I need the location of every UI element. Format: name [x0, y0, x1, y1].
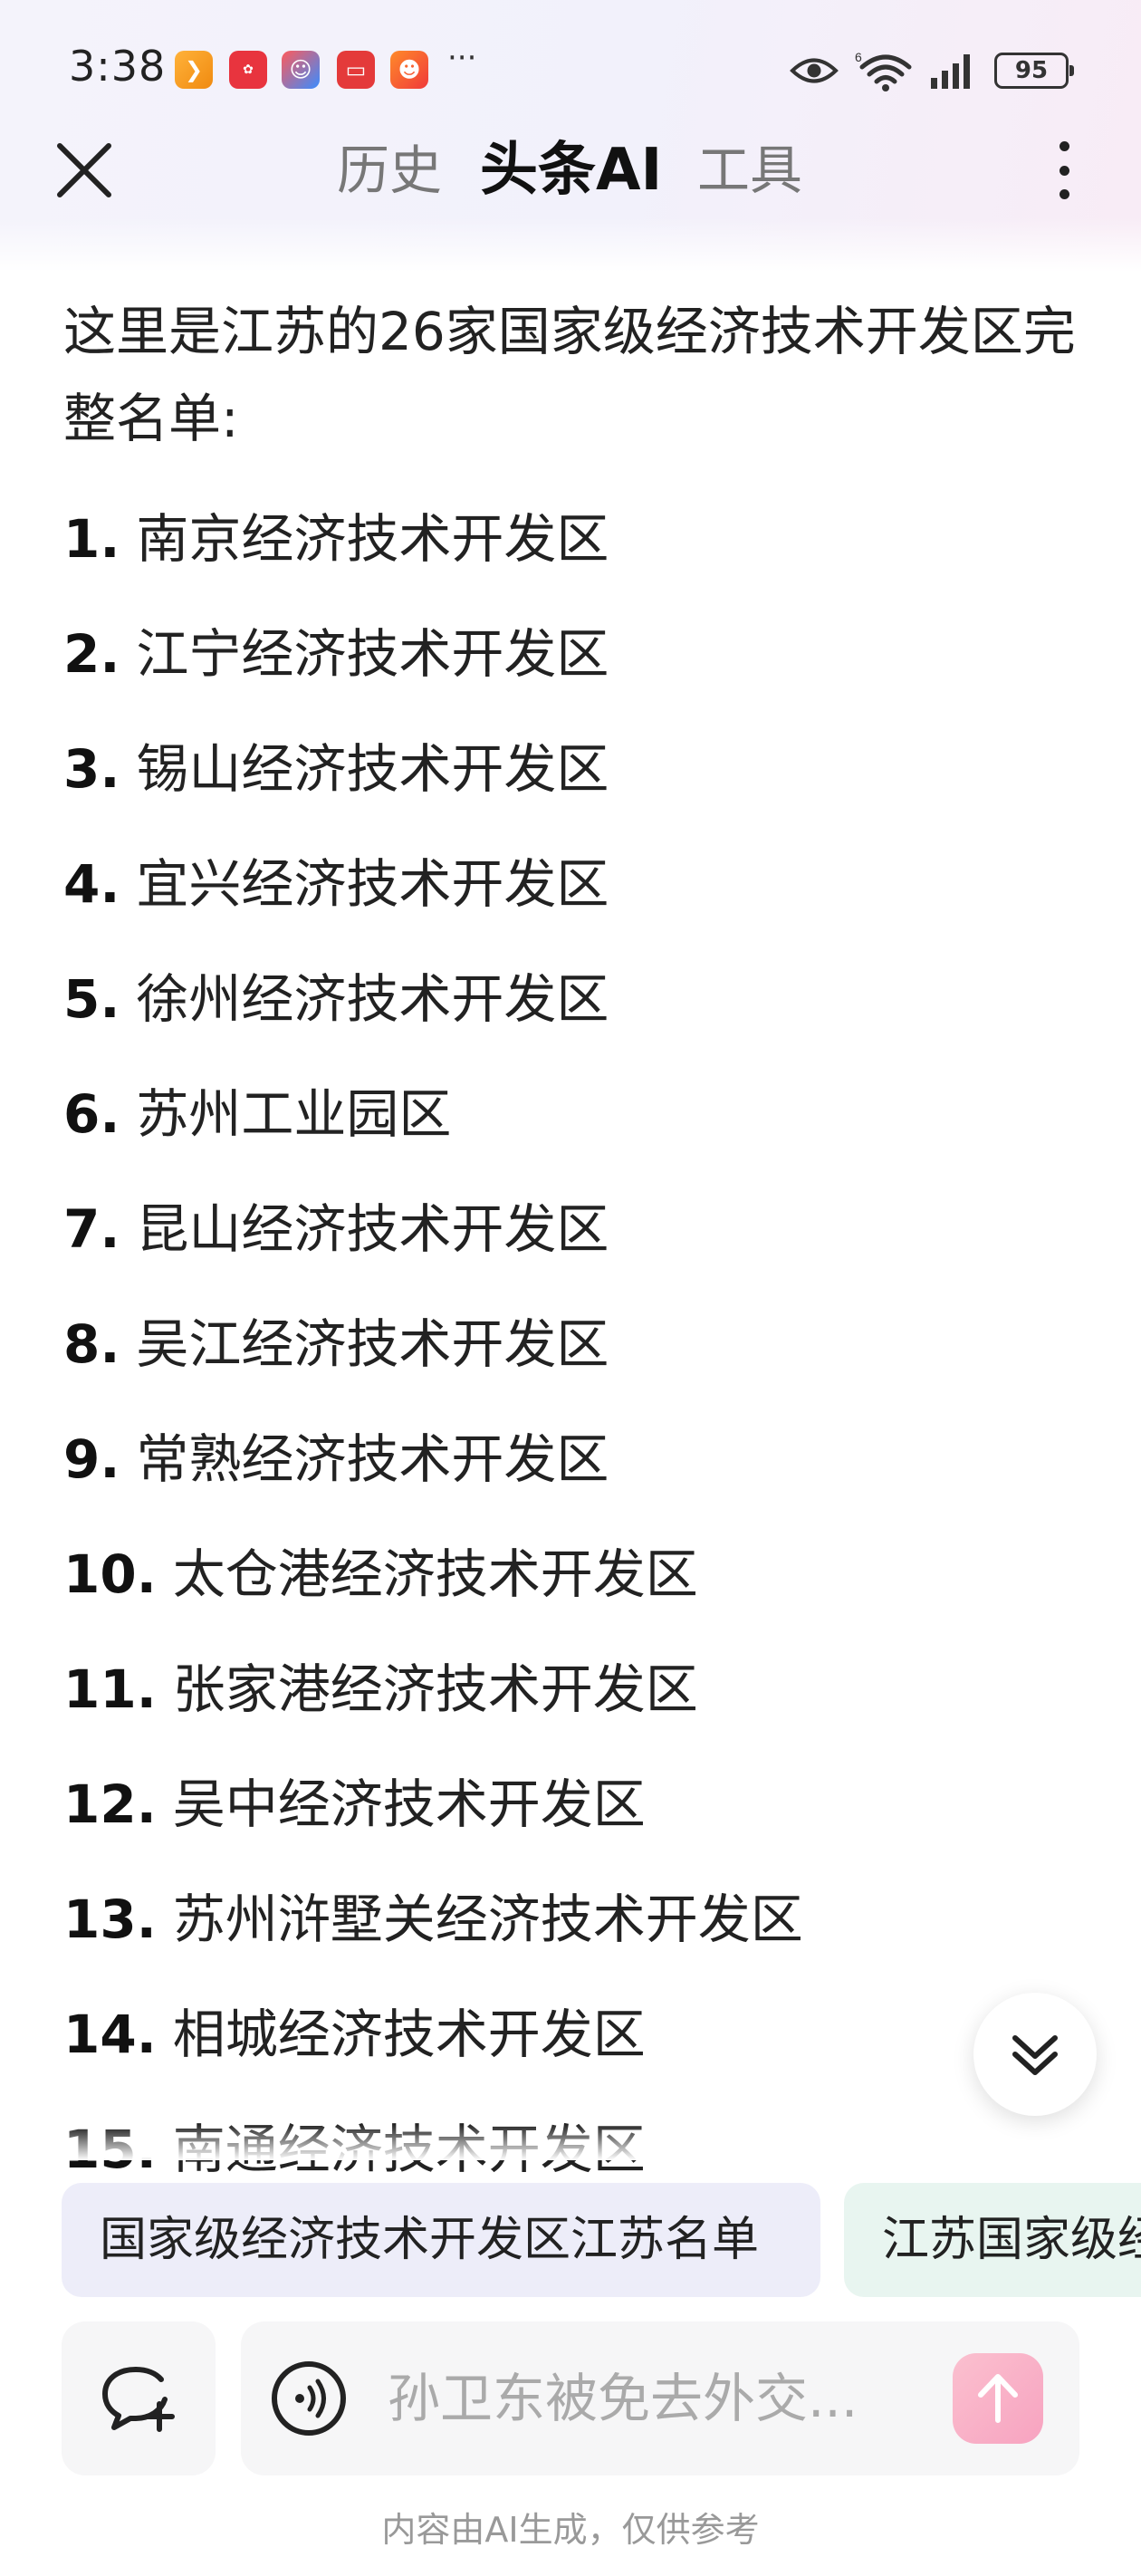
list-item-number: 6. — [63, 1083, 120, 1145]
list-item-text: 锡山经济技术开发区 — [136, 738, 609, 800]
list-item-number: 12. — [63, 1773, 157, 1835]
close-icon — [57, 143, 111, 197]
suggestion-chip[interactable]: 江苏国家级经济 — [844, 2183, 1141, 2297]
tab-toutiao-ai[interactable]: 头条AI — [480, 136, 662, 205]
list-item: 7. 昆山经济技术开发区 — [63, 1172, 1105, 1287]
list-item: 4. 宜兴经济技术开发区 — [63, 827, 1105, 942]
list-item-text: 宜兴经济技术开发区 — [136, 853, 609, 915]
wifi-icon: 6 — [855, 50, 912, 91]
signal-icon — [931, 54, 970, 89]
list-item-text: 徐州经济技术开发区 — [136, 968, 609, 1030]
list-item-text: 吴中经济技术开发区 — [172, 1773, 646, 1835]
list-item: 14. 相城经济技术开发区 — [63, 1977, 1105, 2092]
voice-input-button[interactable] — [268, 2358, 350, 2439]
list-item: 11. 张家港经济技术开发区 — [63, 1632, 1105, 1747]
eye-icon — [790, 58, 839, 83]
scroll-to-bottom-button[interactable] — [973, 1993, 1097, 2116]
list-item: 13. 苏州浒墅关经济技术开发区 — [63, 1862, 1105, 1977]
list-item-number: 2. — [63, 623, 120, 685]
list-item-text: 苏州工业园区 — [136, 1083, 452, 1145]
new-chat-button[interactable] — [62, 2321, 216, 2475]
new-chat-icon — [102, 2367, 175, 2432]
game-app-icon: ☺ — [282, 51, 320, 89]
system-icons: 6 95 — [790, 43, 1074, 98]
more-notifications-icon: ··· — [447, 40, 477, 76]
list-item-number: 7. — [63, 1198, 120, 1260]
voice-icon — [272, 2361, 346, 2436]
notification-app-icon: ❯ — [175, 51, 213, 89]
svg-text:6: 6 — [855, 50, 862, 64]
answer-intro: 这里是江苏的26家国家级经济技术开发区完整名单: — [63, 301, 1076, 449]
input-bar: 孙卫东被免去外交... — [0, 2321, 1141, 2475]
menu-dot — [1059, 141, 1069, 151]
list-item-text: 张家港经济技术开发区 — [172, 1658, 698, 1720]
send-button[interactable] — [953, 2353, 1043, 2444]
status-bar: 3:38 ❯ ✿ ☺ ▭ ☻ ··· 6 95 — [0, 36, 1141, 109]
suggestion-chip[interactable]: 国家级经济技术开发区江苏名单 — [62, 2183, 820, 2297]
close-button[interactable] — [50, 136, 119, 205]
message-input[interactable]: 孙卫东被免去外交... — [241, 2321, 1079, 2475]
list-item-number: 5. — [63, 968, 120, 1030]
list-item-number: 1. — [63, 508, 120, 570]
content-fade — [0, 2124, 1141, 2160]
list-item: 6. 苏州工业园区 — [63, 1057, 1105, 1172]
list-item: 8. 吴江经济技术开发区 — [63, 1287, 1105, 1402]
list-item: 12. 吴中经济技术开发区 — [63, 1747, 1105, 1862]
battery-icon: 95 — [994, 53, 1074, 89]
menu-dot — [1059, 189, 1069, 199]
list-item-text: 江宁经济技术开发区 — [136, 623, 609, 685]
list-item-text: 吴江经济技术开发区 — [136, 1313, 609, 1375]
list-item: 1. 南京经济技术开发区 — [63, 482, 1105, 597]
list-item-text: 太仓港经济技术开发区 — [172, 1543, 698, 1605]
status-time: 3:38 — [69, 42, 167, 91]
list-item-number: 14. — [63, 2004, 157, 2065]
huawei-store-icon: ✿ — [229, 51, 267, 89]
menu-dot — [1059, 165, 1069, 176]
more-menu-button[interactable] — [1041, 134, 1087, 207]
notification-red-icon: ▭ — [337, 51, 375, 89]
list-item-number: 9. — [63, 1428, 120, 1490]
list-item: 3. 锡山经济技术开发区 — [63, 712, 1105, 827]
list-item-text: 相城经济技术开发区 — [172, 2004, 646, 2065]
list-item-number: 11. — [63, 1658, 157, 1720]
input-placeholder: 孙卫东被免去外交... — [388, 2368, 858, 2429]
tab-history[interactable]: 历史 — [337, 136, 442, 205]
list-item-number: 13. — [63, 1889, 157, 1950]
ai-disclaimer: 内容由AI生成，仅供参考 — [381, 2510, 760, 2550]
list-item-number: 4. — [63, 853, 120, 915]
game-center-icon: ☻ — [390, 51, 428, 89]
ai-answer: 这里是江苏的26家国家级经济技术开发区完整名单: 1. 南京经济技术开发区 2. 江… — [63, 288, 1105, 2207]
page: 3:38 ❯ ✿ ☺ ▭ ☻ ··· 6 95 历史 头条AI 工具 这里是江苏… — [0, 0, 1141, 2576]
zone-list: 1. 南京经济技术开发区 2. 江宁经济技术开发区 3. 锡山经济技术开发区 4. 宜兴… — [63, 482, 1105, 2207]
list-item-text: 常熟经济技术开发区 — [136, 1428, 609, 1490]
list-item-text: 昆山经济技术开发区 — [136, 1198, 609, 1260]
list-item: 5. 徐州经济技术开发区 — [63, 942, 1105, 1057]
list-item: 2. 江宁经济技术开发区 — [63, 597, 1105, 712]
list-item: 10. 太仓港经济技术开发区 — [63, 1517, 1105, 1632]
double-chevron-down-icon — [1012, 2035, 1058, 2075]
list-item-text: 苏州浒墅关经济技术开发区 — [172, 1889, 803, 1950]
list-item-number: 10. — [63, 1543, 157, 1605]
list-item: 9. 常熟经济技术开发区 — [63, 1402, 1105, 1517]
list-item-number: 8. — [63, 1313, 120, 1375]
list-item-number: 3. — [63, 738, 120, 800]
suggestion-chips: 国家级经济技术开发区江苏名单 江苏国家级经济 — [0, 2183, 1141, 2299]
app-header: 历史 头条AI 工具 — [0, 118, 1141, 217]
list-item-text: 南京经济技术开发区 — [136, 508, 609, 570]
arrow-up-icon — [978, 2374, 1018, 2423]
tab-tools[interactable]: 工具 — [697, 136, 802, 205]
